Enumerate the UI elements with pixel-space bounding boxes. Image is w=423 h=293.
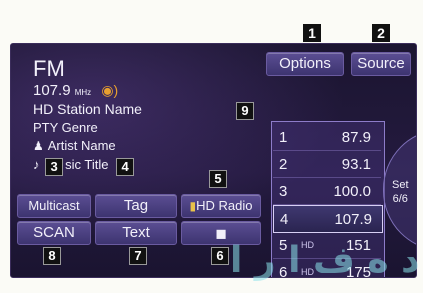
preset-item-3[interactable]: 3 100.0 bbox=[273, 178, 381, 205]
music-note-icon: ♪ bbox=[33, 157, 40, 172]
callout-9: 9 bbox=[236, 102, 254, 120]
speaker-icon: ◼ bbox=[215, 225, 227, 241]
callout-3: 3 bbox=[45, 158, 64, 176]
preset-frequency: 107.9 bbox=[334, 211, 372, 228]
person-icon: ♟ bbox=[33, 139, 44, 153]
preset-number: 1 bbox=[279, 129, 288, 146]
callout-6: 6 bbox=[211, 247, 229, 265]
band-label: FM bbox=[33, 56, 65, 81]
multicast-button[interactable]: Multicast bbox=[17, 194, 91, 218]
callout-2: 2 bbox=[372, 24, 390, 42]
set-label: Set bbox=[392, 179, 409, 191]
preset-number: 4 bbox=[280, 211, 289, 228]
set-dial[interactable]: Set 6/6 bbox=[383, 129, 416, 251]
frequency-value: 107.9 bbox=[33, 82, 71, 99]
preset-item-4[interactable]: 4 107.9 bbox=[273, 205, 383, 233]
artist-row: ♟ Artist Name bbox=[33, 138, 116, 153]
set-page: 6/6 bbox=[392, 193, 408, 205]
genre-label: PTY Genre bbox=[33, 120, 98, 135]
watermark-logo: د ه ف ا ر ا bbox=[230, 240, 420, 281]
frequency-unit: MHz bbox=[74, 88, 92, 97]
source-button[interactable]: Source bbox=[351, 52, 411, 76]
song-row: ♪ 3 sic Title 4 bbox=[33, 156, 135, 176]
preset-number: 2 bbox=[279, 156, 288, 173]
artist-name: Artist Name bbox=[47, 138, 116, 153]
options-button[interactable]: Options bbox=[266, 52, 344, 76]
hd-radio-label: HD Radio bbox=[196, 198, 253, 213]
callout-7: 7 bbox=[129, 247, 147, 265]
preset-number: 3 bbox=[279, 183, 288, 200]
frequency-display: 107.9 MHz ◉) bbox=[33, 82, 118, 99]
tag-button[interactable]: Tag bbox=[95, 194, 177, 218]
text-button[interactable]: Text bbox=[95, 221, 177, 245]
preset-frequency: 93.1 bbox=[341, 156, 371, 173]
preset-frequency: 87.9 bbox=[341, 129, 371, 146]
song-title: sic Title bbox=[65, 157, 109, 172]
station-name: HD Station Name bbox=[33, 101, 142, 117]
callout-5: 5 bbox=[209, 170, 227, 188]
preset-item-1[interactable]: 1 87.9 bbox=[273, 124, 381, 151]
hd-radio-button[interactable]: ▮HD Radio bbox=[181, 194, 261, 218]
preset-frequency: 100.0 bbox=[333, 183, 371, 200]
callout-8: 8 bbox=[43, 247, 61, 265]
preset-item-2[interactable]: 2 93.1 bbox=[273, 151, 381, 178]
callout-4: 4 bbox=[116, 158, 135, 176]
scan-button[interactable]: SCAN bbox=[17, 221, 91, 245]
callout-1: 1 bbox=[303, 24, 321, 42]
hd-signal-icon: ◉) bbox=[101, 82, 119, 98]
